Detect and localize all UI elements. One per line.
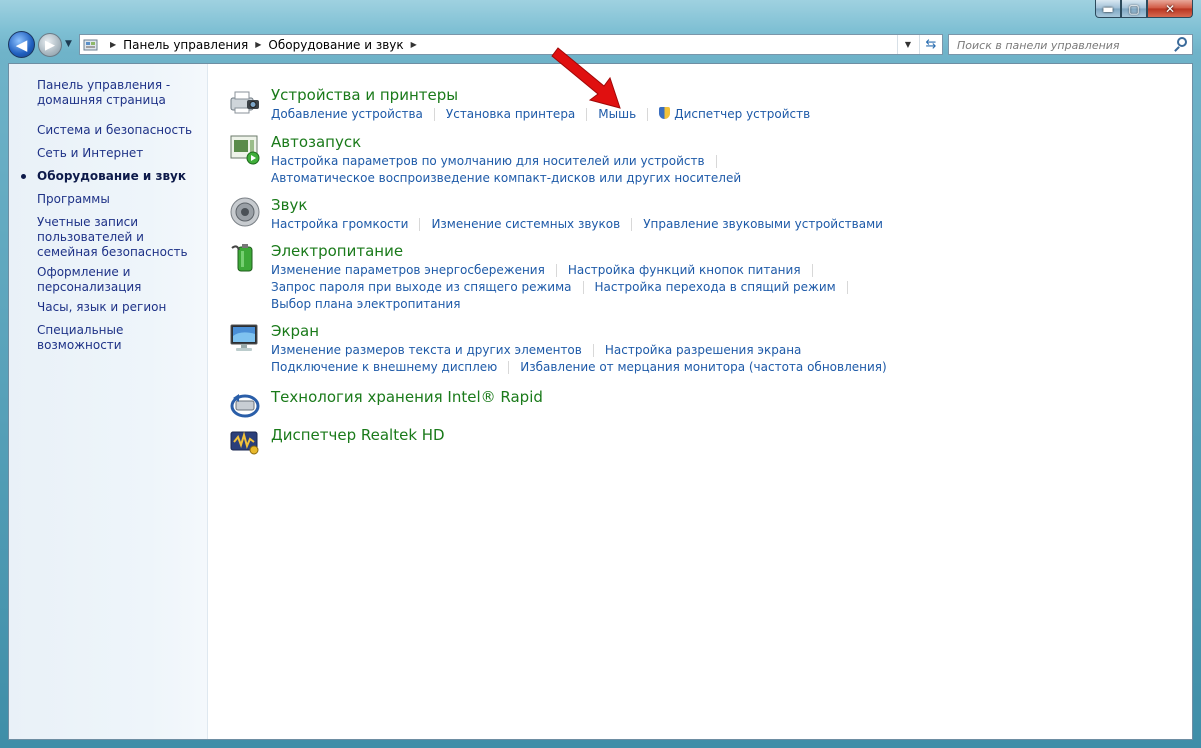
link-refresh-rate[interactable]: Избавление от мерцания монитора (частота… — [520, 360, 886, 374]
link-system-sounds[interactable]: Изменение системных звуков — [431, 217, 620, 231]
link-divider — [582, 281, 584, 294]
printer-camera-icon[interactable] — [229, 86, 261, 118]
link-audio-devices[interactable]: Управление звуковыми устройствами — [643, 217, 883, 231]
section-title[interactable]: Технология хранения Intel® Rapid — [271, 388, 543, 406]
section-title[interactable]: Электропитание — [271, 242, 403, 260]
section-title[interactable]: Экран — [271, 322, 319, 340]
address-dropdown-icon[interactable]: ▼ — [897, 35, 918, 54]
active-bullet-icon — [21, 174, 26, 179]
link-row: Изменение размеров текста и других элеме… — [271, 343, 801, 357]
sidebar-item-system-security[interactable]: Система и безопасность — [37, 123, 202, 138]
control-panel-icon — [83, 38, 99, 52]
close-button[interactable]: ✕ — [1147, 0, 1193, 18]
sidebar-item-appearance[interactable]: Оформление и персонализация — [37, 265, 202, 295]
breadcrumb-separator-icon[interactable]: ▶ — [110, 40, 116, 49]
link-row: Запрос пароля при выходе из спящего режи… — [271, 280, 859, 294]
minimize-button[interactable]: ▬ — [1095, 0, 1121, 18]
link-text-size[interactable]: Изменение размеров текста и других элеме… — [271, 343, 582, 357]
sidebar-item-home[interactable]: Панель управления - домашняя страница — [37, 78, 202, 108]
search-input[interactable] — [955, 36, 1174, 55]
caption-buttons: ▬ ▢ ✕ — [1095, 0, 1193, 19]
breadcrumb-separator-icon[interactable]: ▶ — [411, 40, 417, 49]
realtek-audio-icon[interactable] — [229, 426, 261, 458]
sidebar-item-network[interactable]: Сеть и Интернет — [37, 146, 202, 161]
refresh-icon[interactable]: ⇆ — [919, 35, 942, 54]
link-divider — [555, 264, 557, 277]
annotation-arrow-icon — [551, 47, 621, 109]
address-bar[interactable]: ▶ Панель управления ▶ Оборудование и зву… — [79, 34, 943, 55]
link-divider — [846, 281, 848, 294]
link-power-settings[interactable]: Изменение параметров энергосбережения — [271, 263, 545, 277]
section-title[interactable]: Звук — [271, 196, 307, 214]
autoplay-icon[interactable] — [229, 133, 261, 165]
breadcrumb-control-panel[interactable]: Панель управления — [123, 38, 248, 52]
link-autoplay-cd[interactable]: Автоматическое воспроизведение компакт-д… — [271, 171, 741, 185]
link-divider — [811, 264, 813, 277]
link-row: Выбор плана электропитания — [271, 297, 460, 311]
link-sleep-settings[interactable]: Настройка перехода в спящий режим — [595, 280, 836, 294]
link-divider — [647, 108, 649, 121]
link-row: Настройка параметров по умолчанию для но… — [271, 154, 728, 168]
link-wakeup-password[interactable]: Запрос пароля при выходе из спящего режи… — [271, 280, 572, 294]
link-row: Изменение параметров энергосбережения На… — [271, 263, 824, 277]
link-add-device[interactable]: Добавление устройства — [271, 107, 423, 121]
link-volume[interactable]: Настройка громкости — [271, 217, 408, 231]
section-title[interactable]: Автозапуск — [271, 133, 361, 151]
link-divider — [631, 218, 633, 231]
link-divider — [508, 361, 510, 374]
maximize-button[interactable]: ▢ — [1121, 0, 1147, 18]
battery-icon[interactable] — [229, 242, 261, 274]
sidebar: Панель управления - домашняя страница Си… — [9, 64, 208, 739]
breadcrumb-hardware-sound[interactable]: Оборудование и звук — [268, 38, 403, 52]
monitor-icon[interactable] — [229, 322, 261, 354]
link-external-display[interactable]: Подключение к внешнему дисплею — [271, 360, 497, 374]
sidebar-item-programs[interactable]: Программы — [37, 192, 202, 207]
content-area: Панель управления - домашняя страница Си… — [8, 63, 1193, 740]
forward-button[interactable]: ▶ — [38, 33, 62, 57]
sidebar-item-hardware-sound[interactable]: Оборудование и звук — [37, 169, 202, 184]
link-divider — [419, 218, 421, 231]
uac-shield-icon — [659, 107, 671, 119]
link-divider — [433, 108, 435, 121]
link-divider — [592, 344, 594, 357]
link-power-buttons[interactable]: Настройка функций кнопок питания — [568, 263, 801, 277]
recent-pages-dropdown-icon[interactable]: ▼ — [65, 39, 72, 49]
link-row: Автоматическое воспроизведение компакт-д… — [271, 171, 741, 185]
back-button[interactable]: ◀ — [8, 31, 35, 58]
link-divider — [715, 155, 717, 168]
speaker-icon[interactable] — [229, 196, 261, 228]
breadcrumb-separator-icon[interactable]: ▶ — [255, 40, 261, 49]
intel-storage-icon[interactable] — [229, 388, 261, 420]
section-title[interactable]: Устройства и принтеры — [271, 86, 458, 104]
sidebar-item-accessibility[interactable]: Специальные возможности — [37, 323, 202, 353]
sidebar-item-clock-language[interactable]: Часы, язык и регион — [37, 300, 202, 315]
search-box[interactable] — [948, 34, 1193, 55]
section-title[interactable]: Диспетчер Realtek HD — [271, 426, 445, 444]
link-row: Подключение к внешнему дисплею Избавлени… — [271, 360, 887, 374]
link-power-plan[interactable]: Выбор плана электропитания — [271, 297, 460, 311]
link-autoplay-defaults[interactable]: Настройка параметров по умолчанию для но… — [271, 154, 705, 168]
window-frame: ▬ ▢ ✕ ◀ ▶ ▼ ▶ Панель управления ▶ Оборуд… — [0, 0, 1201, 748]
sidebar-item-user-accounts[interactable]: Учетные записи пользователей и семейная … — [37, 215, 202, 260]
search-icon[interactable] — [1177, 37, 1187, 47]
link-device-manager[interactable]: Диспетчер устройств — [674, 107, 810, 121]
link-row: Добавление устройства Установка принтера… — [271, 107, 810, 121]
link-row: Настройка громкости Изменение системных … — [271, 217, 883, 231]
link-screen-resolution[interactable]: Настройка разрешения экрана — [605, 343, 802, 357]
